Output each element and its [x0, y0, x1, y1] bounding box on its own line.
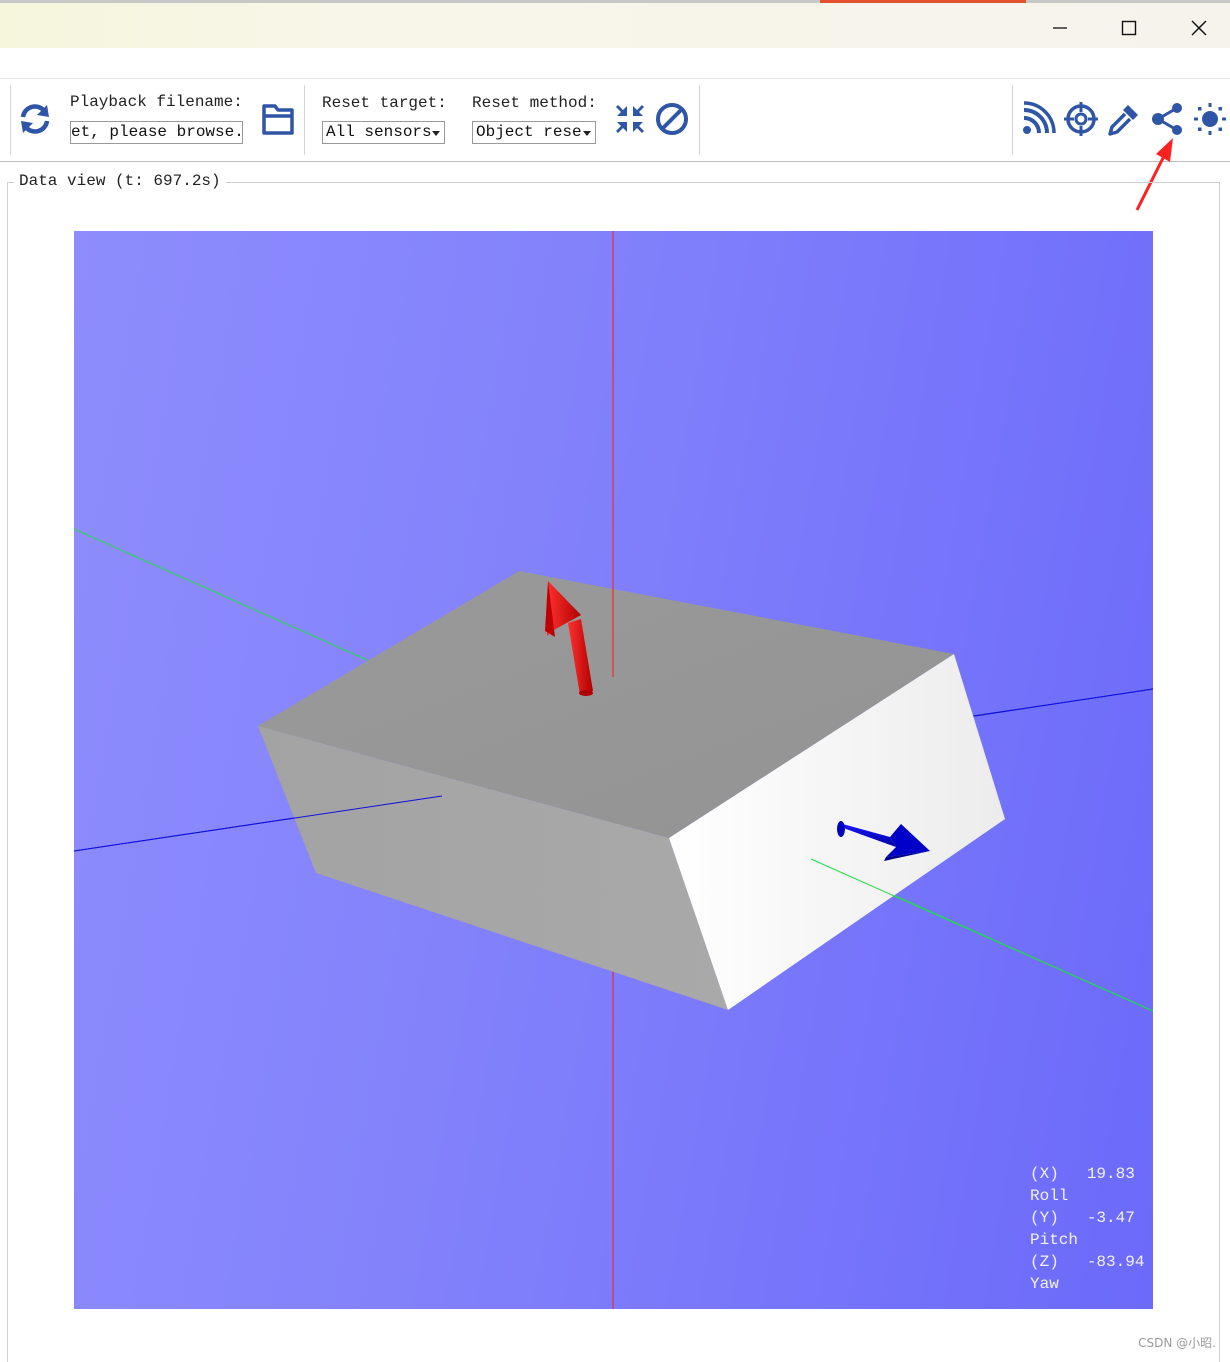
toolbar-separator	[10, 85, 11, 155]
compress-arrows-icon	[616, 105, 644, 133]
minimize-icon	[1053, 27, 1067, 29]
close-button[interactable]	[1176, 11, 1222, 45]
reset-method-select[interactable]: Object rese	[472, 121, 596, 144]
target-button[interactable]	[1061, 99, 1101, 139]
tab-strip-accent	[820, 0, 1026, 3]
toolbar-separator	[304, 85, 305, 155]
rss-feed-icon	[1023, 101, 1056, 134]
data-view-title: Data view (t: 697.2s)	[14, 172, 226, 190]
readout-roll: (X) 19.83 Roll	[1030, 1163, 1135, 1207]
refresh-button[interactable]	[16, 99, 54, 139]
folder-icon	[262, 104, 294, 135]
readout-value: -3.47	[1086, 1209, 1135, 1227]
reset-target-select[interactable]: All sensors	[322, 121, 445, 144]
3d-scene	[74, 231, 1153, 1309]
readout-name: Yaw	[1030, 1275, 1059, 1293]
toolbar: Playback filename: et, please browse.. R…	[0, 78, 1230, 162]
readout-pitch: (Y) -3.47 Pitch	[1030, 1207, 1135, 1251]
minimize-button[interactable]	[1037, 11, 1083, 45]
toolbar-separator	[1012, 85, 1013, 155]
maximize-icon	[1121, 20, 1137, 36]
browse-button[interactable]	[258, 99, 298, 139]
brightness-icon	[1194, 103, 1226, 135]
maximize-button[interactable]	[1106, 11, 1152, 45]
readout-value: 19.83	[1086, 1165, 1135, 1183]
readout-yaw: (Z) -83.94 Yaw	[1030, 1251, 1144, 1295]
readout-axis: (Z)	[1030, 1253, 1059, 1271]
reset-method-value: Object rese	[476, 123, 582, 141]
refresh-icon	[20, 104, 50, 134]
3d-viewport[interactable]: (X) 19.83 Roll (Y) -3.47 Pitch (Z) -83.94 Y…	[74, 231, 1153, 1309]
brightness-button[interactable]	[1190, 99, 1230, 139]
chevron-down-icon	[432, 131, 440, 136]
watermark: CSDN @小昭.	[1138, 1336, 1216, 1350]
window-title-bar	[0, 0, 1230, 48]
cancel-reset-button[interactable]	[652, 99, 692, 139]
playback-filename-label: Playback filename:	[70, 93, 243, 111]
sensor-box	[258, 571, 1005, 1010]
reset-method-label: Reset method:	[472, 94, 597, 112]
readout-name: Pitch	[1030, 1231, 1079, 1249]
readout-axis: (Y)	[1030, 1209, 1059, 1227]
readout-axis: (X)	[1030, 1165, 1059, 1183]
stream-button[interactable]	[1018, 99, 1058, 139]
toolbar-separator	[699, 85, 700, 155]
reset-target-value: All sensors	[326, 123, 432, 141]
chevron-down-icon	[583, 131, 591, 136]
readout-name: Roll	[1030, 1187, 1069, 1205]
reset-button[interactable]	[610, 99, 650, 139]
block-icon	[656, 103, 688, 135]
playback-filename-input[interactable]: et, please browse..	[70, 121, 243, 144]
crosshair-icon	[1064, 102, 1098, 136]
reset-target-label: Reset target:	[322, 94, 447, 112]
close-icon	[1191, 20, 1207, 36]
readout-value: -83.94	[1086, 1253, 1145, 1271]
